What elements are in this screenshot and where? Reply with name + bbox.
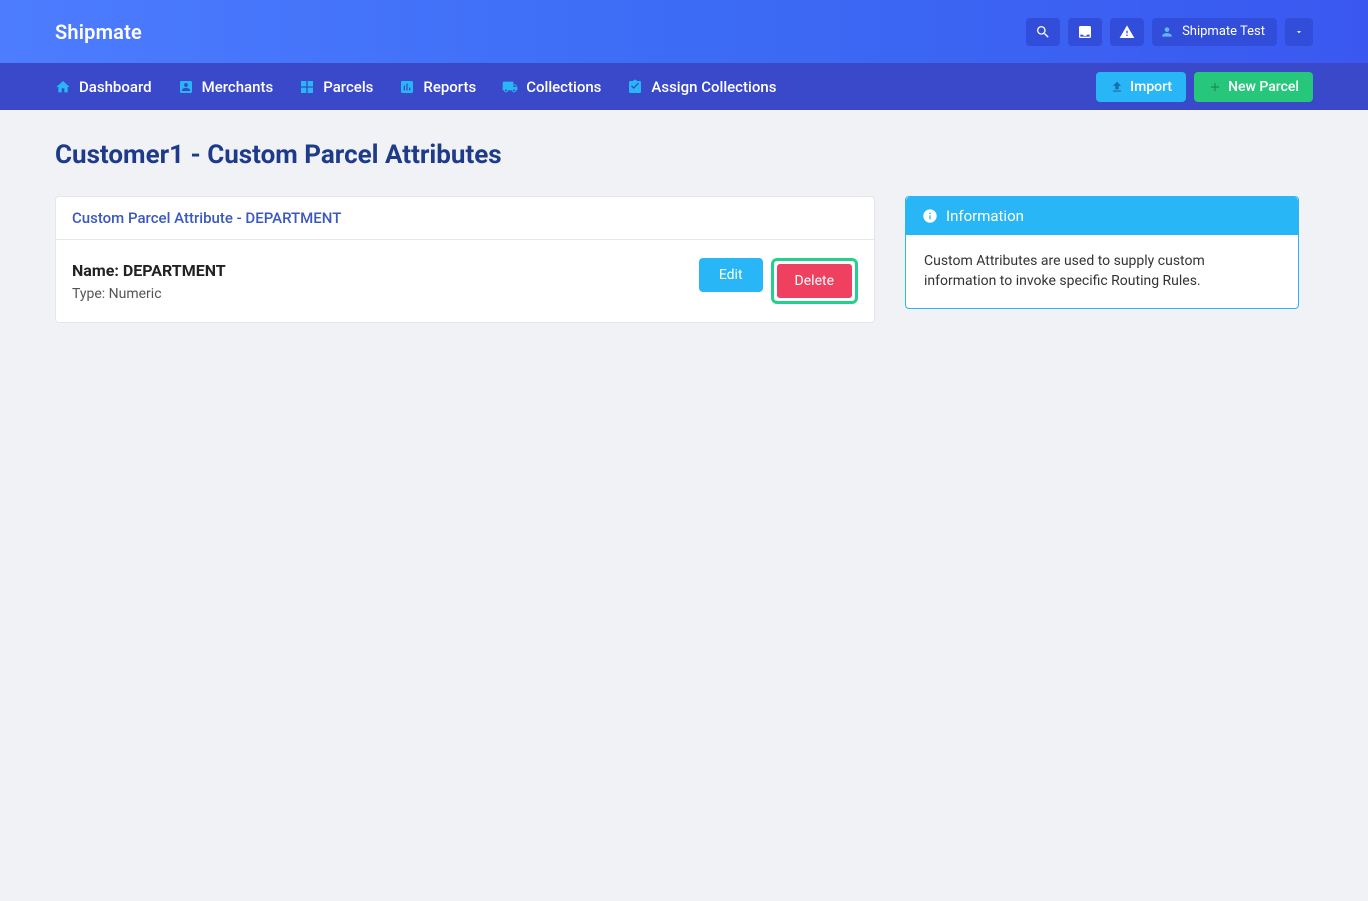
nav-label: Dashboard — [79, 78, 152, 96]
home-icon — [55, 79, 71, 95]
alert-button[interactable] — [1110, 18, 1144, 46]
attribute-card: Custom Parcel Attribute - DEPARTMENT Nam… — [55, 196, 875, 323]
nav-label: Collections — [526, 78, 601, 96]
nav-label: Parcels — [323, 78, 373, 96]
merchants-icon — [178, 79, 194, 95]
attribute-type: Type: Numeric — [72, 286, 226, 302]
delete-highlight: Delete — [771, 258, 858, 304]
user-dropdown[interactable] — [1285, 18, 1313, 46]
layout-row: Custom Parcel Attribute - DEPARTMENT Nam… — [55, 196, 1313, 323]
truck-icon — [502, 79, 518, 95]
header-top: Shipmate Shipmate Test — [0, 0, 1368, 63]
attribute-info: Name: DEPARTMENT Type: Numeric — [72, 261, 226, 302]
nav-right: Import New Parcel — [1096, 72, 1313, 102]
nav-label: Reports — [423, 78, 476, 96]
nav-label: Merchants — [202, 78, 274, 96]
nav-parcels[interactable]: Parcels — [299, 78, 373, 96]
info-icon — [922, 208, 938, 224]
header-actions: Shipmate Test — [1026, 18, 1313, 46]
parcels-icon — [299, 79, 315, 95]
card-header: Custom Parcel Attribute - DEPARTMENT — [56, 197, 874, 240]
import-label: Import — [1130, 79, 1172, 95]
nav-dashboard[interactable]: Dashboard — [55, 78, 152, 96]
user-label: Shipmate Test — [1182, 24, 1265, 39]
inbox-button[interactable] — [1068, 18, 1102, 46]
edit-button[interactable]: Edit — [699, 258, 763, 292]
info-header: Information — [906, 197, 1298, 235]
attribute-actions: Edit Delete — [699, 258, 858, 304]
card-body: Name: DEPARTMENT Type: Numeric Edit Dele… — [56, 240, 874, 322]
warning-icon — [1119, 24, 1135, 40]
brand-logo[interactable]: Shipmate — [55, 20, 142, 44]
upload-icon — [1110, 80, 1124, 94]
nav-collections[interactable]: Collections — [502, 78, 601, 96]
nav-merchants[interactable]: Merchants — [178, 78, 274, 96]
info-body: Custom Attributes are used to supply cus… — [906, 235, 1298, 308]
new-parcel-button[interactable]: New Parcel — [1194, 72, 1313, 102]
reports-icon — [399, 79, 415, 95]
main-column: Custom Parcel Attribute - DEPARTMENT Nam… — [55, 196, 875, 323]
search-icon — [1035, 24, 1051, 40]
nav-left: Dashboard Merchants Parcels Reports Coll… — [55, 78, 776, 96]
person-icon — [1160, 25, 1174, 39]
plus-icon — [1208, 80, 1222, 94]
new-parcel-label: New Parcel — [1228, 79, 1299, 95]
chevron-down-icon — [1294, 27, 1304, 37]
content: Customer1 - Custom Parcel Attributes Cus… — [0, 110, 1368, 353]
search-button[interactable] — [1026, 18, 1060, 46]
side-column: Information Custom Attributes are used t… — [905, 196, 1299, 309]
info-title: Information — [946, 207, 1024, 225]
info-card: Information Custom Attributes are used t… — [905, 196, 1299, 309]
page-title: Customer1 - Custom Parcel Attributes — [55, 140, 1313, 170]
inbox-icon — [1077, 24, 1093, 40]
delete-button[interactable]: Delete — [777, 264, 852, 298]
assign-icon — [627, 79, 643, 95]
import-button[interactable]: Import — [1096, 72, 1186, 102]
user-menu[interactable]: Shipmate Test — [1152, 18, 1277, 46]
attribute-name: Name: DEPARTMENT — [72, 261, 226, 280]
nav-label: Assign Collections — [651, 78, 776, 96]
nav-bar: Dashboard Merchants Parcels Reports Coll… — [0, 63, 1368, 110]
nav-reports[interactable]: Reports — [399, 78, 476, 96]
nav-assign-collections[interactable]: Assign Collections — [627, 78, 776, 96]
